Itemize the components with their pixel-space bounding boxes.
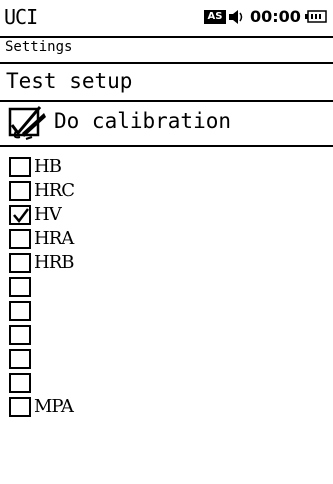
- scale-label: HRB: [34, 252, 74, 273]
- status-bar: UCI AS 00:00: [0, 0, 333, 36]
- scale-checkbox[interactable]: [9, 229, 31, 249]
- scale-row-empty[interactable]: [0, 349, 333, 372]
- test-setup-label: Test setup: [6, 69, 133, 93]
- scale-checkbox[interactable]: [9, 181, 31, 201]
- do-calibration-label: Do calibration: [54, 109, 232, 133]
- speaker-icon: [229, 10, 243, 24]
- menu-item-test-setup[interactable]: Test setup: [0, 62, 333, 102]
- scale-row-mpa[interactable]: MPA: [0, 396, 333, 420]
- scale-checkbox[interactable]: [9, 301, 31, 321]
- scale-list: HB HRC HV HRA HRB MPA: [0, 147, 333, 484]
- scale-label: HRC: [34, 180, 75, 201]
- scale-checkbox[interactable]: [9, 373, 31, 393]
- scale-row-hv[interactable]: HV: [0, 204, 333, 228]
- scale-row-empty[interactable]: [0, 277, 333, 300]
- scale-checkbox[interactable]: [9, 253, 31, 273]
- scale-checkbox[interactable]: [9, 325, 31, 345]
- as-badge: AS: [204, 10, 226, 24]
- scale-row-empty[interactable]: [0, 301, 333, 324]
- scale-label: HRA: [34, 228, 74, 249]
- scale-row-empty[interactable]: [0, 373, 333, 396]
- breadcrumb: Settings: [0, 36, 333, 62]
- scale-row-hra[interactable]: HRA: [0, 228, 333, 252]
- scale-label: HV: [34, 204, 62, 225]
- scale-checkbox[interactable]: [9, 157, 31, 177]
- scale-checkbox[interactable]: [9, 349, 31, 369]
- scale-row-hrc[interactable]: HRC: [0, 180, 333, 204]
- scale-checkbox[interactable]: [9, 397, 31, 417]
- scale-row-hb[interactable]: HB: [0, 156, 333, 180]
- scale-row-hrb[interactable]: HRB: [0, 252, 333, 276]
- scale-label: MPA: [34, 396, 74, 417]
- clock: 00:00: [250, 7, 301, 26]
- device-screen: UCI AS 00:00 Settings Test setup Do cali…: [0, 0, 333, 484]
- app-title: UCI: [4, 5, 38, 29]
- scale-label: HB: [34, 156, 62, 177]
- calibration-pencil-icon: [8, 106, 46, 140]
- scale-checkbox-checked[interactable]: [9, 205, 31, 225]
- breadcrumb-label: Settings: [5, 39, 73, 55]
- scale-row-empty[interactable]: [0, 325, 333, 348]
- checkmark-icon: [13, 208, 29, 223]
- do-calibration-button[interactable]: Do calibration: [0, 100, 333, 147]
- battery-icon: [305, 10, 327, 23]
- scale-checkbox[interactable]: [9, 277, 31, 297]
